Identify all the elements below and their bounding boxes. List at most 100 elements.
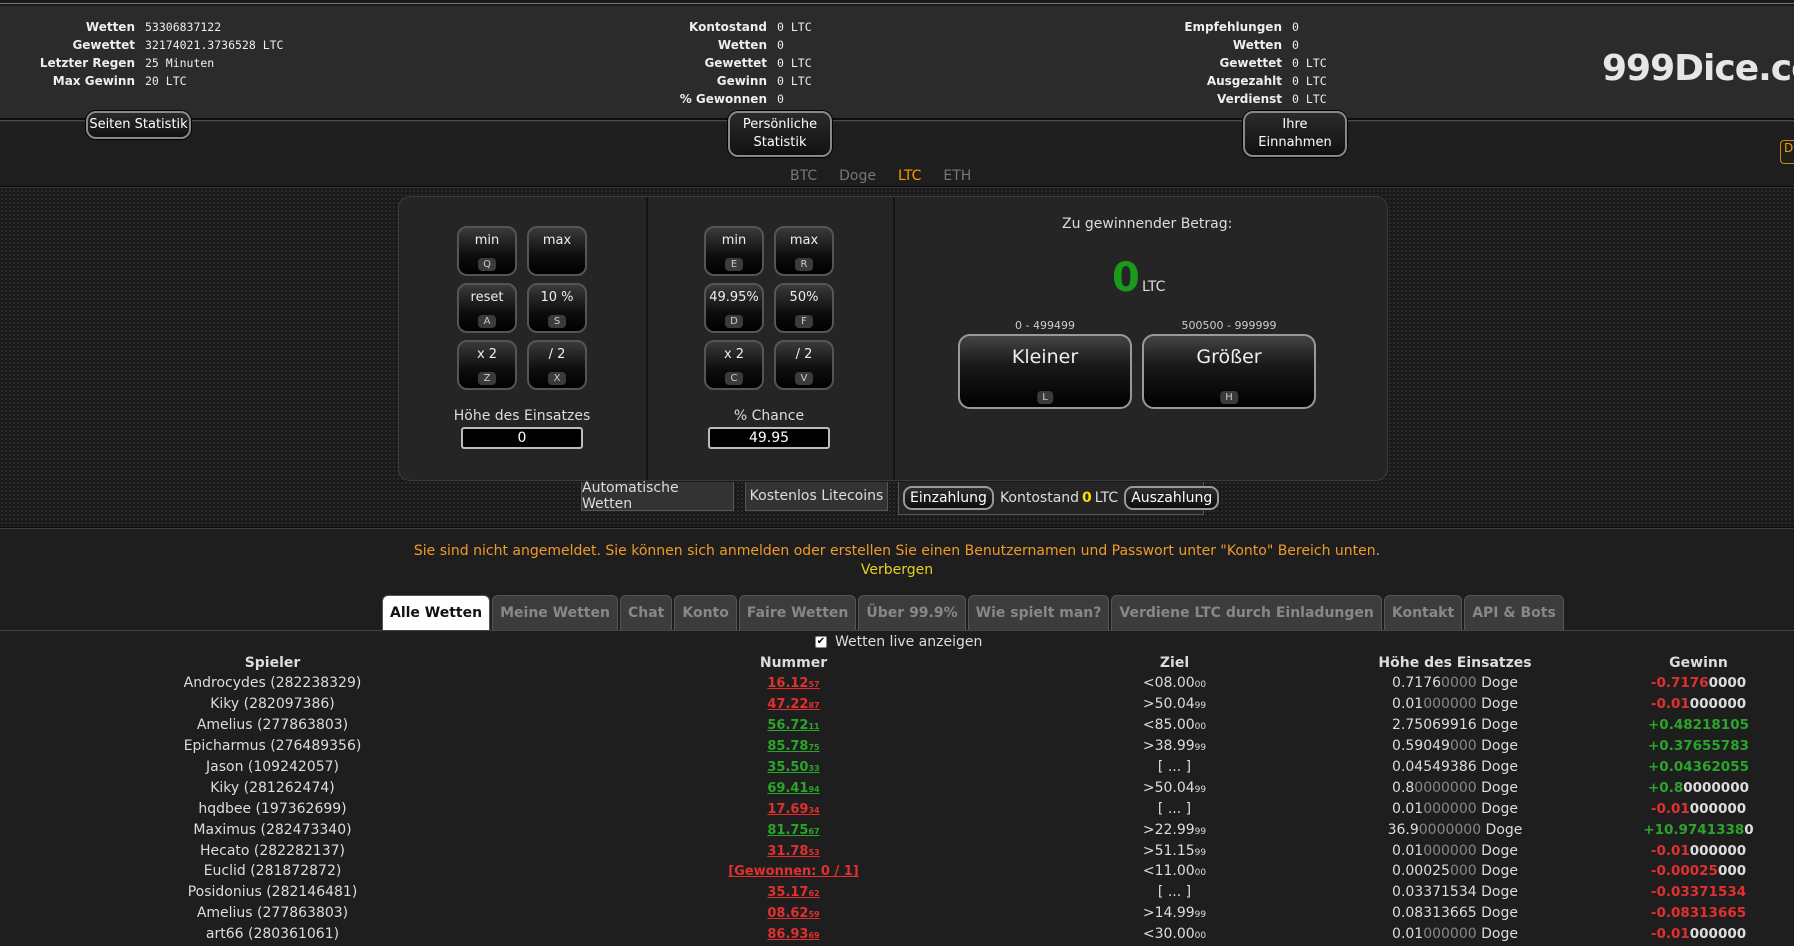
chance-button-4[interactable]: x 2 C (704, 340, 764, 390)
earnings-stat-value: 0 LTC (1292, 56, 1327, 70)
target-decimals: 00 (1194, 722, 1207, 733)
edge-tab[interactable]: D (1780, 140, 1794, 164)
deposit-button[interactable]: Einzahlung (903, 486, 994, 510)
chance-input[interactable]: 49.95 (708, 427, 830, 449)
col-bet: Höhe des Einsatzes (1378, 655, 1532, 671)
bet-number-link[interactable]: [Gewonnen: 0 / 1] (728, 864, 859, 879)
bet-amount-label: Höhe des Einsatzes (453, 408, 591, 424)
chance-button-0[interactable]: min E (704, 226, 764, 276)
chance-button-label: 49.95% (709, 290, 759, 305)
tab--ber-99-9-[interactable]: Über 99.9% (858, 595, 966, 630)
profit-cell: -0.01000000 (1603, 798, 1794, 819)
target-cell: <30.0000 (1142, 926, 1207, 943)
earnings-button-line1: Ihre (1282, 117, 1308, 132)
tab-alle-wetten[interactable]: Alle Wetten (382, 595, 491, 630)
live-bets-toggle[interactable]: ✔ Wetten live anzeigen (815, 634, 982, 650)
bet-number-link[interactable]: 31.7853 (767, 844, 819, 859)
currency-doge[interactable]: Doge (839, 168, 876, 184)
personal-stat-value: 0 LTC (777, 56, 812, 70)
target-cell: >51.1599 (1142, 842, 1207, 859)
bet-high-button[interactable]: Größer H (1142, 334, 1316, 409)
player-cell[interactable]: Amelius (277863803) (0, 903, 545, 924)
earnings-button[interactable]: Ihre Einnahmen (1243, 111, 1347, 157)
currency-btc[interactable]: BTC (790, 168, 817, 184)
currency-ltc[interactable]: LTC (898, 168, 921, 184)
player-cell[interactable]: Maximus (282473340) (0, 819, 545, 840)
bet-number-link[interactable]: 17.6934 (767, 802, 819, 817)
earnings-stat-row: Gewettet 0 LTC (1160, 54, 1327, 72)
payout-label: Zu gewinnender Betrag: (1062, 216, 1233, 232)
currency-eth[interactable]: ETH (943, 168, 971, 184)
bet-amount-button-2[interactable]: reset A (457, 283, 517, 333)
bet-amount-button-3[interactable]: 10 % S (527, 283, 587, 333)
bet-amount-button-4[interactable]: x 2 Z (457, 340, 517, 390)
currency-selector: BTC Doge LTC ETH (790, 168, 971, 184)
bet-number-link[interactable]: 85.7875 (767, 739, 819, 754)
number-cell: 69.4194 (545, 777, 1042, 798)
chance-button-label: max (789, 233, 819, 248)
site-stat-value: 32174021.3736528 LTC (145, 38, 284, 52)
bet-amount-zeros: 000000 (1423, 696, 1477, 713)
tab-chat[interactable]: Chat (619, 595, 673, 630)
bet-amount-button-5[interactable]: / 2 X (527, 340, 587, 390)
tab-verdiene-ltc-durch-einladungen[interactable]: Verdiene LTC durch Einladungen (1111, 595, 1382, 630)
player-cell[interactable]: hqdbee (197362699) (0, 798, 545, 819)
personal-stat-row: Wetten 0 (660, 36, 812, 54)
player-cell[interactable]: Jason (109242057) (0, 757, 545, 778)
bet-cell: 0.03371534 Doge (1307, 882, 1603, 903)
player-cell[interactable]: Androcydes (282238329) (0, 673, 545, 694)
earnings-stat-row: Wetten 0 (1160, 36, 1327, 54)
bet-amount-button-label: min (474, 233, 500, 248)
player-cell[interactable]: Kiky (281262474) (0, 777, 545, 798)
bet-number-link[interactable]: 69.4194 (767, 781, 819, 796)
site-stat-row: Wetten 53306837122 (20, 18, 283, 36)
bet-number-link[interactable]: 35.1762 (767, 885, 819, 900)
chance-button-5[interactable]: / 2 V (774, 340, 834, 390)
personal-stat-row: Gewettet 0 LTC (660, 54, 812, 72)
bet-low-label: Kleiner (1011, 346, 1079, 368)
personal-stat-value: 0 (777, 92, 784, 106)
tab-meine-wetten[interactable]: Meine Wetten (492, 595, 618, 630)
personal-stats-button[interactable]: Persönliche Statistik (728, 111, 832, 157)
bet-cell: 2.75069916 Doge (1307, 715, 1603, 736)
chance-button-1[interactable]: max R (774, 226, 834, 276)
withdraw-button[interactable]: Auszahlung (1124, 486, 1220, 510)
chance-button-key: V (795, 372, 813, 385)
bet-number-link[interactable]: 16.1257 (767, 676, 819, 691)
bet-amount-button-0[interactable]: min Q (457, 226, 517, 276)
free-coins-tab[interactable]: Kostenlos Litecoins (745, 482, 888, 511)
bet-number-link[interactable]: 86.9369 (767, 927, 819, 942)
tab-wie-spielt-man-[interactable]: Wie spielt man? (967, 595, 1110, 630)
tab-kontakt[interactable]: Kontakt (1383, 595, 1463, 630)
chance-button-2[interactable]: 49.95% D (704, 283, 764, 333)
player-cell[interactable]: Euclid (281872872) (0, 861, 545, 882)
bet-amount-button-1[interactable]: max (527, 226, 587, 276)
auto-bet-tab[interactable]: Automatische Wetten (581, 480, 734, 512)
bet-number-link[interactable]: 47.2287 (767, 697, 819, 712)
bet-number-link[interactable]: 08.6259 (767, 906, 819, 921)
bet-number-link[interactable]: 81.7567 (767, 823, 819, 838)
bet-low-button[interactable]: Kleiner L (958, 334, 1132, 409)
player-cell[interactable]: Kiky (282097386) (0, 694, 545, 715)
bet-number-link[interactable]: 56.7211 (767, 718, 819, 733)
bet-amount-input[interactable]: 0 (461, 427, 583, 449)
tab-faire-wetten[interactable]: Faire Wetten (738, 595, 857, 630)
chance-button-3[interactable]: 50% F (774, 283, 834, 333)
player-cell[interactable]: Posidonius (282146481) (0, 882, 545, 903)
player-cell[interactable]: art66 (280361061) (0, 924, 545, 945)
bet-amount-button-label: reset (470, 290, 504, 305)
player-cell[interactable]: Hecato (282282137) (0, 840, 545, 861)
hide-notice-link[interactable]: Verbergen (0, 562, 1794, 578)
site-stats-button[interactable]: Seiten Statistik (86, 111, 191, 139)
table-row: Hecato (282282137) 31.7853 >51.1599 0.01000… (0, 840, 1794, 861)
bet-cell: 36.90000000 Doge (1307, 819, 1603, 840)
tab-konto[interactable]: Konto (674, 595, 737, 630)
earnings-stat-value: 0 (1292, 20, 1299, 34)
checkbox-checked-icon[interactable]: ✔ (815, 636, 827, 648)
bet-number-link[interactable]: 35.5033 (767, 760, 819, 775)
bet-amount-zeros: 0000000 (1414, 779, 1477, 796)
tab-api-bots[interactable]: API & Bots (1464, 595, 1564, 630)
player-cell[interactable]: Epicharmus (276489356) (0, 736, 545, 757)
player-cell[interactable]: Amelius (277863803) (0, 715, 545, 736)
bet-amount-button-key: S (548, 315, 566, 328)
